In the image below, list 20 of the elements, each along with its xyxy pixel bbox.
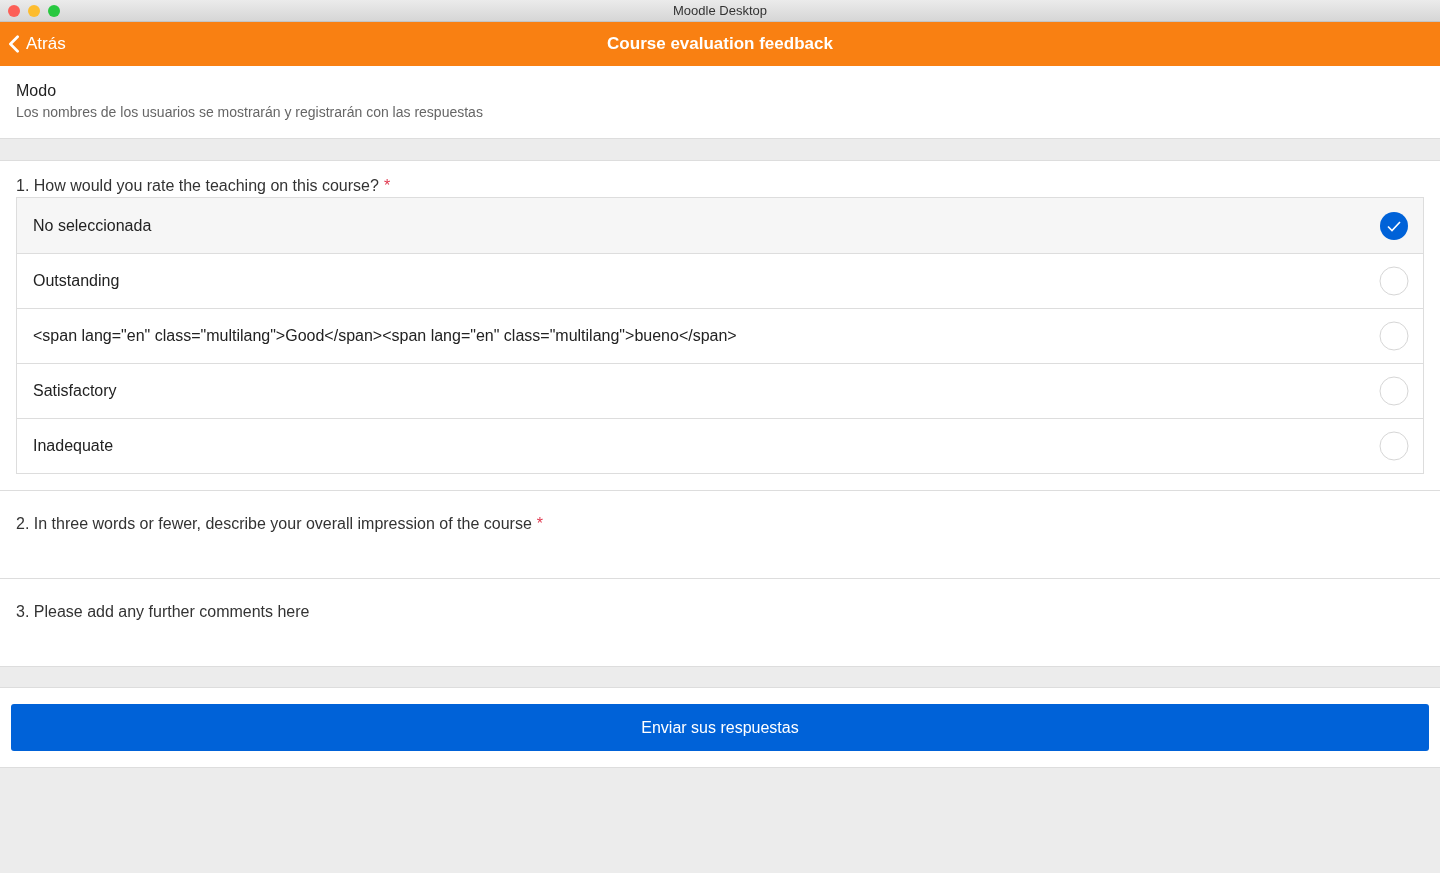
question-label: 3. Please add any further comments here (16, 603, 310, 621)
required-mark: * (383, 177, 391, 195)
close-window-button[interactable] (8, 5, 20, 17)
option-label: <span lang="en" class="multilang">Good</span><span lang="en" class="multilang">bueno</span> (33, 327, 737, 345)
window-title: Moodle Desktop (673, 3, 767, 18)
minimize-window-button[interactable] (28, 5, 40, 17)
option-label: Outstanding (33, 272, 120, 290)
chevron-left-icon (8, 35, 20, 53)
question-label: 1. How would you rate the teaching on this course? (16, 177, 379, 195)
submit-button[interactable]: Enviar sus respuestas (11, 704, 1429, 751)
mode-description: Los nombres de los usuarios se mostrarán y registrarán con las respuestas (16, 104, 484, 120)
option-label: No seleccionada (33, 216, 152, 235)
page-title: Course evaluation feedback (607, 34, 833, 54)
required-mark: * (536, 515, 544, 533)
radio-option[interactable]: No seleccionada (17, 198, 1423, 253)
question-label: 2. In three words or fewer, describe your overall impression of the course (16, 515, 532, 533)
mode-label: Modo (16, 82, 58, 100)
zoom-window-button[interactable] (48, 5, 60, 17)
option-label: Inadequate (33, 437, 114, 455)
option-label: Satisfactory (33, 382, 117, 400)
